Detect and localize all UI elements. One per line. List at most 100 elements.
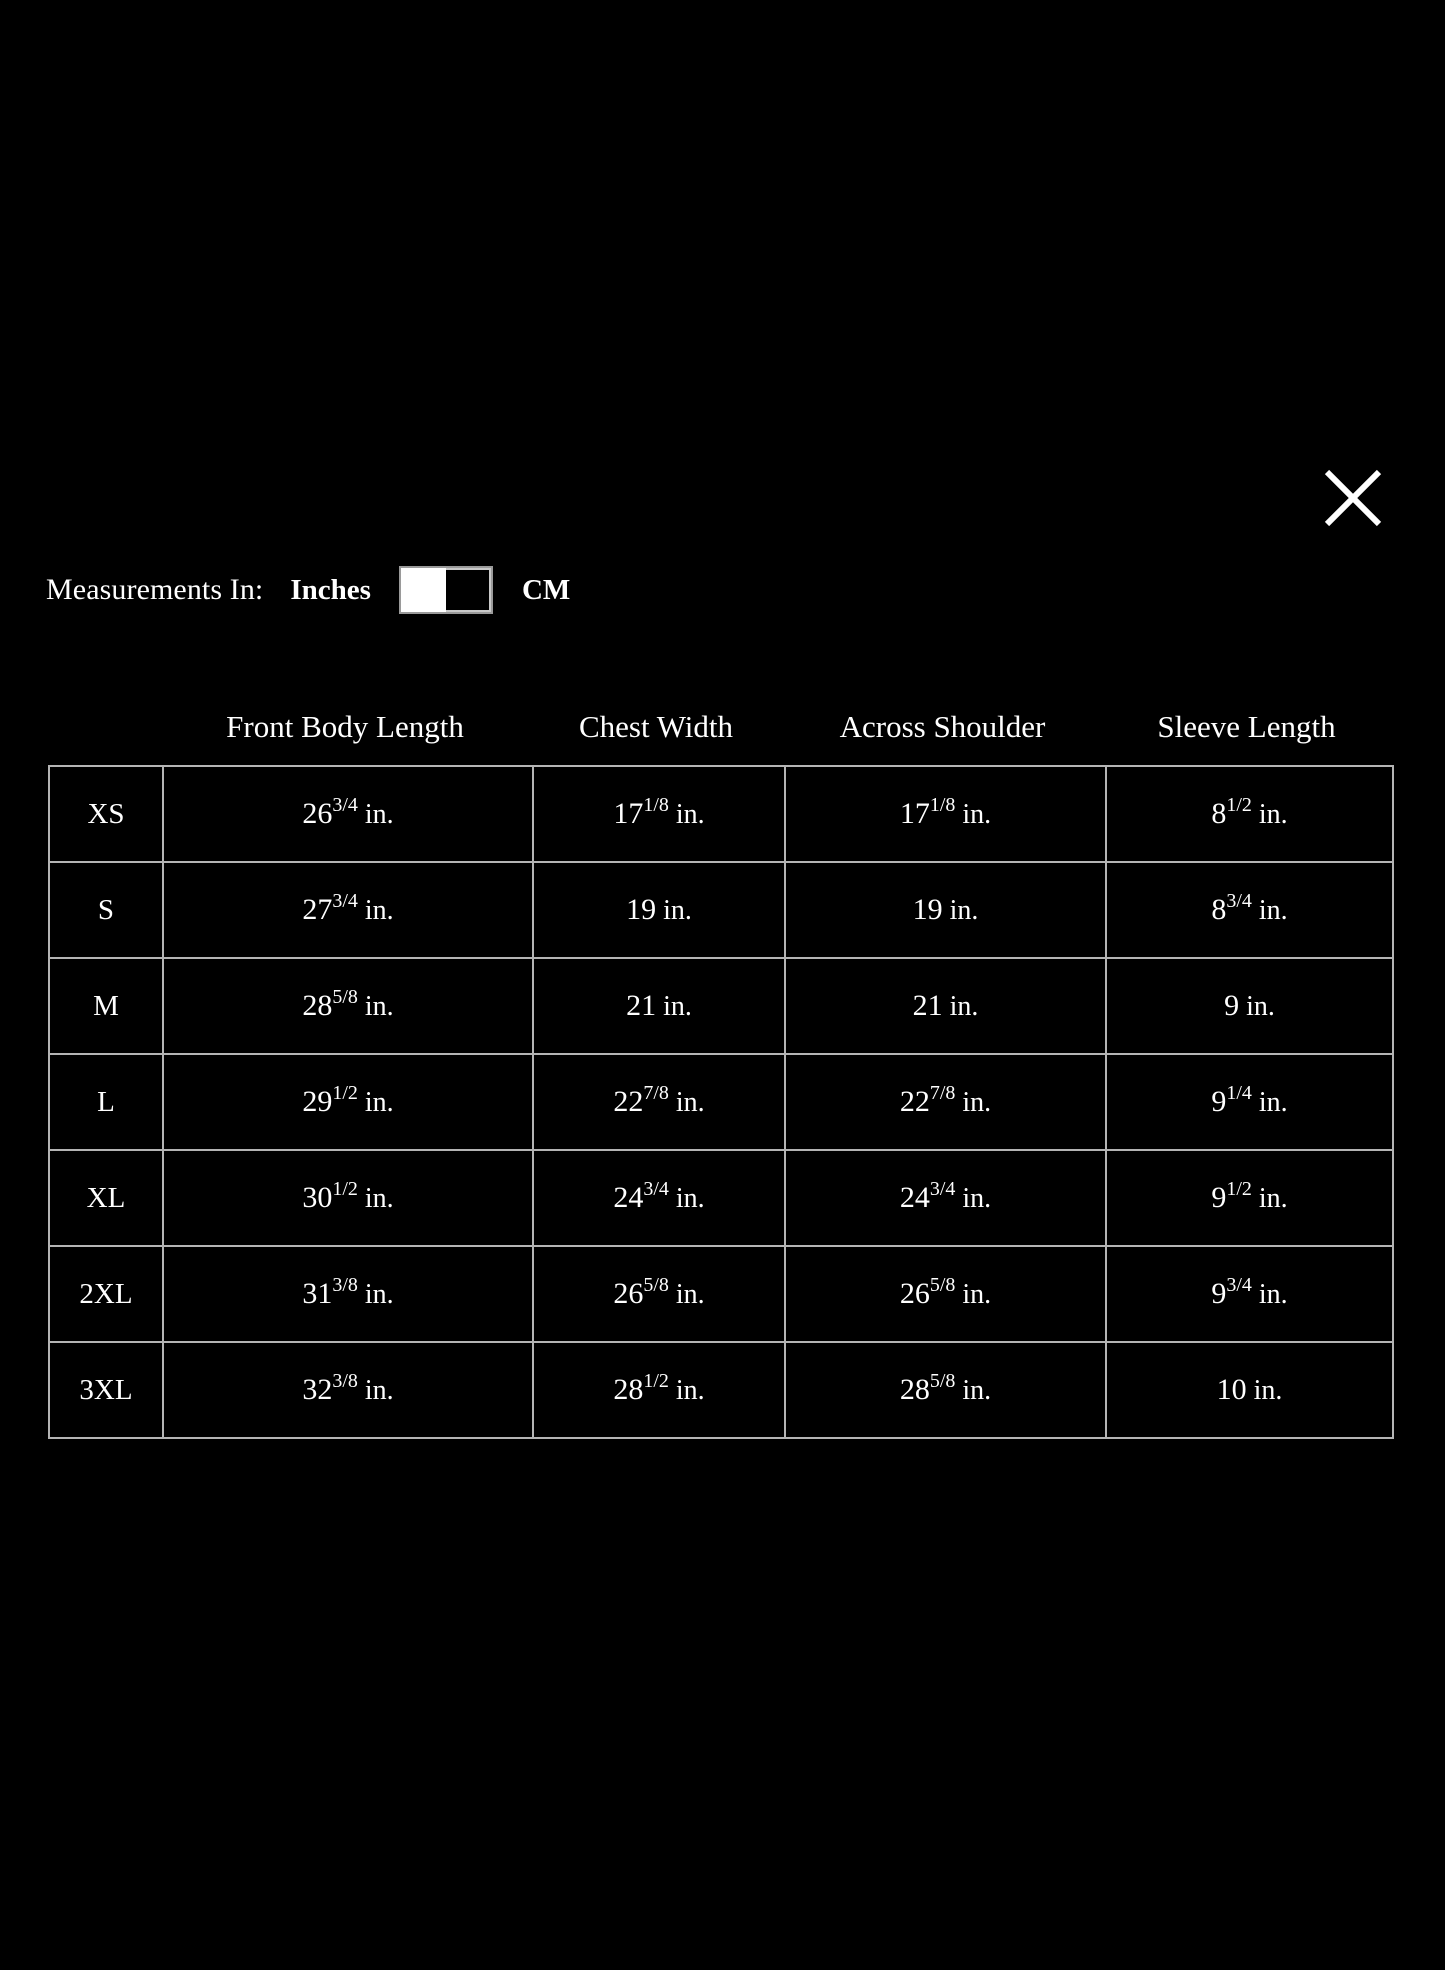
measurement-fraction: 3/4 (929, 1178, 956, 1200)
measurement-value: 285/8 in. (899, 1370, 992, 1407)
measurement-whole: 30 (302, 1181, 333, 1214)
measurement-unit: in. (675, 1183, 705, 1214)
close-dialog-button[interactable] (1318, 463, 1388, 533)
unit-toggle-switch[interactable] (398, 566, 493, 614)
measurement-unit: in. (675, 799, 705, 830)
measurement-value: 171/8 in. (613, 795, 705, 831)
measurement-fraction: 1/2 (1226, 794, 1252, 816)
measurement-cell-across-shoulder: 21 in. (784, 957, 1107, 1055)
measurement-value: 273/4 in. (302, 890, 394, 927)
measurement-fraction: 5/8 (643, 1274, 669, 1296)
measurement-unit: in. (663, 991, 692, 1022)
measurement-whole: 24 (899, 1181, 930, 1214)
measurement-cell-across-shoulder: 171/8 in. (784, 765, 1107, 863)
measurement-cell-sleeve-length: 81/2 in. (1105, 765, 1394, 863)
measurement-unit: in. (962, 1375, 992, 1406)
measurement-cell-across-shoulder: 265/8 in. (784, 1245, 1107, 1343)
measurement-cell-sleeve-length: 83/4 in. (1105, 861, 1394, 959)
measurement-cell-sleeve-length: 9 in. (1105, 957, 1394, 1055)
measurement-value: 323/8 in. (302, 1370, 394, 1407)
measurement-whole: 31 (302, 1277, 333, 1310)
measurement-fraction: 3/4 (332, 890, 358, 912)
measurement-whole: 26 (613, 1277, 644, 1310)
size-label-cell: 3XL (48, 1341, 164, 1439)
measurement-value: 285/8 in. (302, 987, 394, 1023)
measurement-whole: 10 (1216, 1373, 1247, 1406)
measurement-unit: in. (949, 991, 979, 1022)
measurement-unit: in. (364, 1183, 394, 1214)
measurement-unit: in. (675, 1087, 705, 1118)
measurement-unit: in. (1258, 895, 1288, 926)
measurement-cell-chest-width: 21 in. (532, 957, 786, 1055)
measurement-fraction: 5/8 (929, 1274, 956, 1296)
measurement-unit: in. (663, 895, 692, 926)
measurement-unit-row: Measurements In: Inches CM (46, 566, 570, 614)
measurement-whole: 29 (302, 1085, 333, 1118)
measurement-cell-front-body-length: 323/8 in. (162, 1341, 534, 1439)
unit-option-inches[interactable]: Inches (290, 575, 371, 605)
column-header-sleeve-length: Sleeve Length (1157, 709, 1336, 744)
measurement-whole: 19 (912, 893, 943, 926)
measurement-whole: 22 (899, 1085, 930, 1118)
measurement-value: 291/2 in. (302, 1082, 393, 1119)
measurement-whole: 27 (302, 893, 333, 926)
size-label-cell: S (48, 861, 164, 959)
measurement-cell-front-body-length: 301/2 in. (162, 1149, 534, 1247)
measurement-whole: 26 (302, 797, 333, 830)
measurement-value: 10 in. (1217, 1373, 1283, 1407)
measurement-unit: in. (1258, 799, 1288, 830)
measurement-value: 281/2 in. (613, 1371, 704, 1407)
measurement-fraction: 1/2 (332, 1082, 358, 1104)
measurement-value: 227/8 in. (899, 1083, 991, 1119)
measurement-unit: in. (364, 991, 394, 1022)
measurement-value: 263/4 in. (302, 795, 393, 831)
measurement-cell-across-shoulder: 243/4 in. (784, 1149, 1107, 1247)
measurement-cell-chest-width: 281/2 in. (532, 1341, 786, 1439)
measurement-whole: 19 (626, 893, 657, 926)
measurement-whole: 9 (1211, 1181, 1227, 1214)
measurements-in-label: Measurements In: (46, 573, 264, 606)
measurement-cell-across-shoulder: 227/8 in. (784, 1053, 1107, 1151)
measurement-whole: 9 (1224, 989, 1240, 1022)
measurement-fraction: 1/2 (1226, 1178, 1252, 1200)
measurement-unit: in. (949, 895, 979, 926)
measurement-value: 91/4 in. (1211, 1083, 1288, 1119)
measurement-unit: in. (364, 895, 394, 926)
measurement-unit: in. (1258, 1279, 1288, 1310)
measurement-value: 19 in. (626, 893, 692, 927)
measurement-cell-front-body-length: 285/8 in. (162, 957, 534, 1055)
measurement-whole: 21 (912, 989, 943, 1022)
measurement-whole: 24 (613, 1181, 644, 1214)
table-column-headers: Front Body Length Chest Width Across Sho… (48, 709, 1390, 744)
unit-option-cm[interactable]: CM (522, 575, 570, 605)
measurement-whole: 28 (613, 1373, 644, 1406)
size-label-cell: XL (48, 1149, 164, 1247)
measurement-fraction: 1/8 (929, 794, 956, 816)
measurement-cell-front-body-length: 273/4 in. (162, 861, 534, 959)
measurement-unit: in. (1253, 1375, 1283, 1406)
table-row: S 273/4 in. 19 in. 19 in. 83/4 in. (48, 861, 1394, 959)
measurement-unit: in. (364, 1375, 394, 1406)
measurement-whole: 32 (302, 1373, 333, 1406)
close-x-icon (1318, 463, 1388, 533)
measurement-fraction: 3/8 (332, 1274, 358, 1296)
measurement-cell-across-shoulder: 19 in. (784, 861, 1107, 959)
measurement-whole: 28 (899, 1373, 930, 1406)
measurement-cell-across-shoulder: 285/8 in. (784, 1341, 1107, 1439)
measurement-cell-chest-width: 19 in. (532, 861, 786, 959)
measurement-whole: 17 (899, 797, 930, 830)
measurement-fraction: 3/4 (1226, 890, 1252, 912)
measurement-value: 265/8 in. (900, 1274, 991, 1311)
measurement-cell-chest-width: 227/8 in. (532, 1053, 786, 1151)
measurement-cell-chest-width: 171/8 in. (532, 765, 786, 863)
table-row: XS 263/4 in. 171/8 in. 171/8 in. 81/2 in. (48, 765, 1394, 863)
table-row: XL 301/2 in. 243/4 in. 243/4 in. 91/2 in. (48, 1149, 1394, 1247)
measurement-whole: 28 (302, 989, 333, 1022)
measurement-fraction: 3/8 (332, 1370, 358, 1392)
measurement-cell-sleeve-length: 93/4 in. (1105, 1245, 1394, 1343)
measurement-fraction: 5/8 (929, 1370, 956, 1392)
measurement-unit: in. (1258, 1087, 1288, 1118)
measurement-whole: 17 (613, 797, 644, 830)
size-label-cell: XS (48, 765, 164, 863)
table-row: 3XL 323/8 in. 281/2 in. 285/8 in. 10 in. (48, 1341, 1394, 1439)
